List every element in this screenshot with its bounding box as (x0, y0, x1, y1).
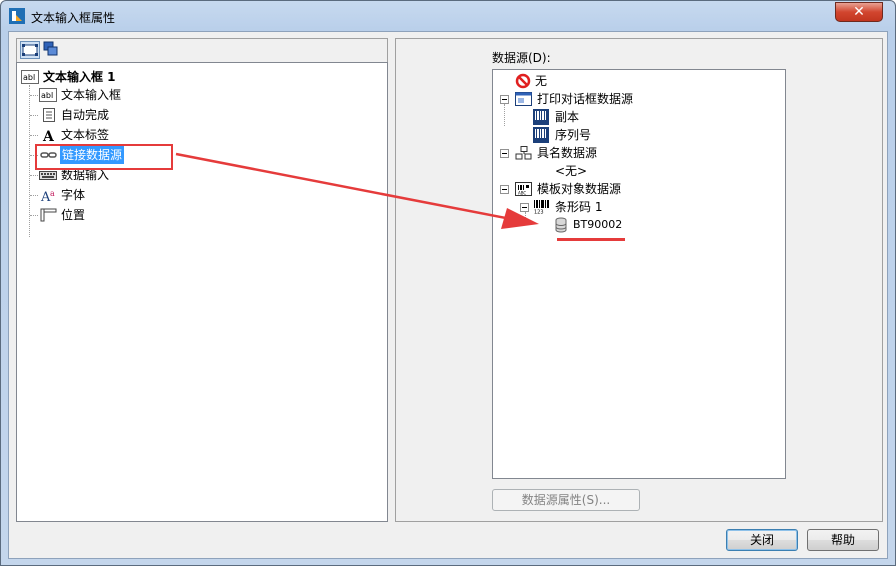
barcode-field-icon (533, 127, 549, 143)
annotation-underline (557, 238, 625, 241)
ds-item-label: BT90002 (573, 218, 623, 231)
properties-tree[interactable]: abl 文本输入框 1 abl 文本输入框 自动完成 A 文本标签 链接数据源 … (16, 62, 388, 522)
collapse-toggle[interactable] (500, 185, 509, 194)
tree-connector (30, 95, 38, 96)
layers-icon (43, 41, 58, 56)
data-source-properties-button[interactable]: 数据源属性(S)... (492, 489, 640, 511)
tree-root-item[interactable]: abl 文本输入框 1 (21, 68, 221, 86)
svg-text:A: A (42, 129, 55, 142)
tree-connector (30, 175, 38, 176)
collapse-toggle[interactable] (500, 149, 509, 158)
right-panel: 数据源(D): 无 打印对话框数据源 副本 序列号 具名数据源 <无> ABC … (395, 38, 883, 522)
toolbar-tree-view-button[interactable] (20, 41, 40, 59)
collapse-toggle[interactable] (520, 203, 529, 212)
keyboard-icon (39, 171, 57, 180)
text-field-icon: abl (21, 70, 39, 84)
collapse-toggle[interactable] (500, 95, 509, 104)
tree-item-label: 文本输入框 (61, 88, 122, 102)
ds-group-template-objects[interactable]: ABC 模板对象数据源 (515, 180, 715, 198)
text-field-icon: abl (39, 88, 57, 102)
svg-text:123: 123 (534, 210, 544, 215)
ds-item-bt90002[interactable]: BT90002 (553, 216, 703, 234)
ds-item-named-none[interactable]: <无> (555, 162, 675, 180)
tree-connector (504, 104, 505, 126)
svg-text:abl: abl (23, 73, 35, 82)
tree-connector (30, 135, 38, 136)
tree-connector (525, 212, 526, 222)
app-icon (9, 8, 25, 24)
left-panel: abl 文本输入框 1 abl 文本输入框 自动完成 A 文本标签 链接数据源 … (16, 38, 388, 522)
svg-text:a: a (50, 189, 55, 198)
close-icon: ✕ (853, 4, 865, 20)
ruler-icon (40, 208, 57, 222)
svg-text:ABC: ABC (518, 191, 526, 196)
dialog-window: 文本输入框属性 ✕ abl 文本输入框 1 abl 文本输入框 自动完成 A 文… (0, 0, 896, 566)
ds-item-copies[interactable]: 副本 (533, 108, 683, 126)
ds-item-label: 条形码 1 (555, 200, 603, 214)
data-source-tree[interactable]: 无 打印对话框数据源 副本 序列号 具名数据源 <无> ABC 模板对象数据源 … (492, 69, 786, 479)
document-icon (43, 108, 55, 122)
font-icon: A a (40, 189, 55, 202)
ds-item-label: 打印对话框数据源 (537, 92, 634, 106)
tree-connector (30, 215, 38, 216)
ds-item-label: 具名数据源 (537, 146, 598, 160)
ds-item-label: <无> (555, 164, 588, 178)
ds-item-label: 副本 (555, 110, 580, 124)
toolbar-layers-button[interactable] (42, 41, 62, 59)
window-close-button[interactable]: ✕ (835, 2, 883, 22)
tree-view-icon (22, 44, 38, 56)
barcode-field-icon (533, 109, 549, 125)
help-button[interactable]: 帮助 (807, 529, 879, 551)
ds-group-named[interactable]: 具名数据源 (515, 144, 715, 162)
letter-a-icon: A (42, 129, 55, 142)
tree-item-label: 文本标签 (61, 128, 110, 142)
tree-root-label: 文本输入框 1 (43, 70, 116, 84)
dialog-icon (515, 92, 532, 106)
svg-text:abl: abl (41, 91, 53, 100)
tree-item-label: 字体 (61, 188, 86, 202)
barcode-icon: 123 (534, 200, 549, 215)
ds-group-print-dialog[interactable]: 打印对话框数据源 (515, 90, 715, 108)
window-title: 文本输入框属性 (31, 11, 116, 25)
ds-item-none[interactable]: 无 (515, 72, 635, 90)
ds-item-serial-number[interactable]: 序列号 (533, 126, 683, 144)
tree-connector (30, 115, 38, 116)
tree-item-label: 位置 (61, 208, 86, 222)
tree-item-font[interactable]: A a 字体 (39, 186, 239, 204)
tree-item-position[interactable]: 位置 (39, 206, 239, 224)
prohibited-icon (515, 73, 531, 89)
close-button[interactable]: 关闭 (726, 529, 798, 551)
annotation-highlight-box (35, 144, 173, 170)
tree-item-label: 自动完成 (61, 108, 110, 122)
template-object-icon: ABC (515, 182, 532, 196)
database-icon (555, 217, 567, 233)
ds-item-label: 无 (535, 74, 548, 88)
ds-item-label: 模板对象数据源 (537, 182, 622, 196)
tree-item-text-field[interactable]: abl 文本输入框 (39, 86, 239, 104)
dialog-client-area: abl 文本输入框 1 abl 文本输入框 自动完成 A 文本标签 链接数据源 … (8, 31, 888, 559)
ds-item-label: 序列号 (555, 128, 592, 142)
title-bar[interactable]: 文本输入框属性 ✕ (1, 1, 895, 31)
tree-item-autocomplete[interactable]: 自动完成 (39, 106, 239, 124)
left-toolbar (16, 38, 388, 63)
named-source-icon (515, 146, 532, 160)
tree-connector (30, 195, 38, 196)
ds-item-barcode[interactable]: 123 条形码 1 (533, 198, 683, 216)
data-source-label: 数据源(D): (492, 51, 551, 65)
tree-item-text-label[interactable]: A 文本标签 (39, 126, 239, 144)
